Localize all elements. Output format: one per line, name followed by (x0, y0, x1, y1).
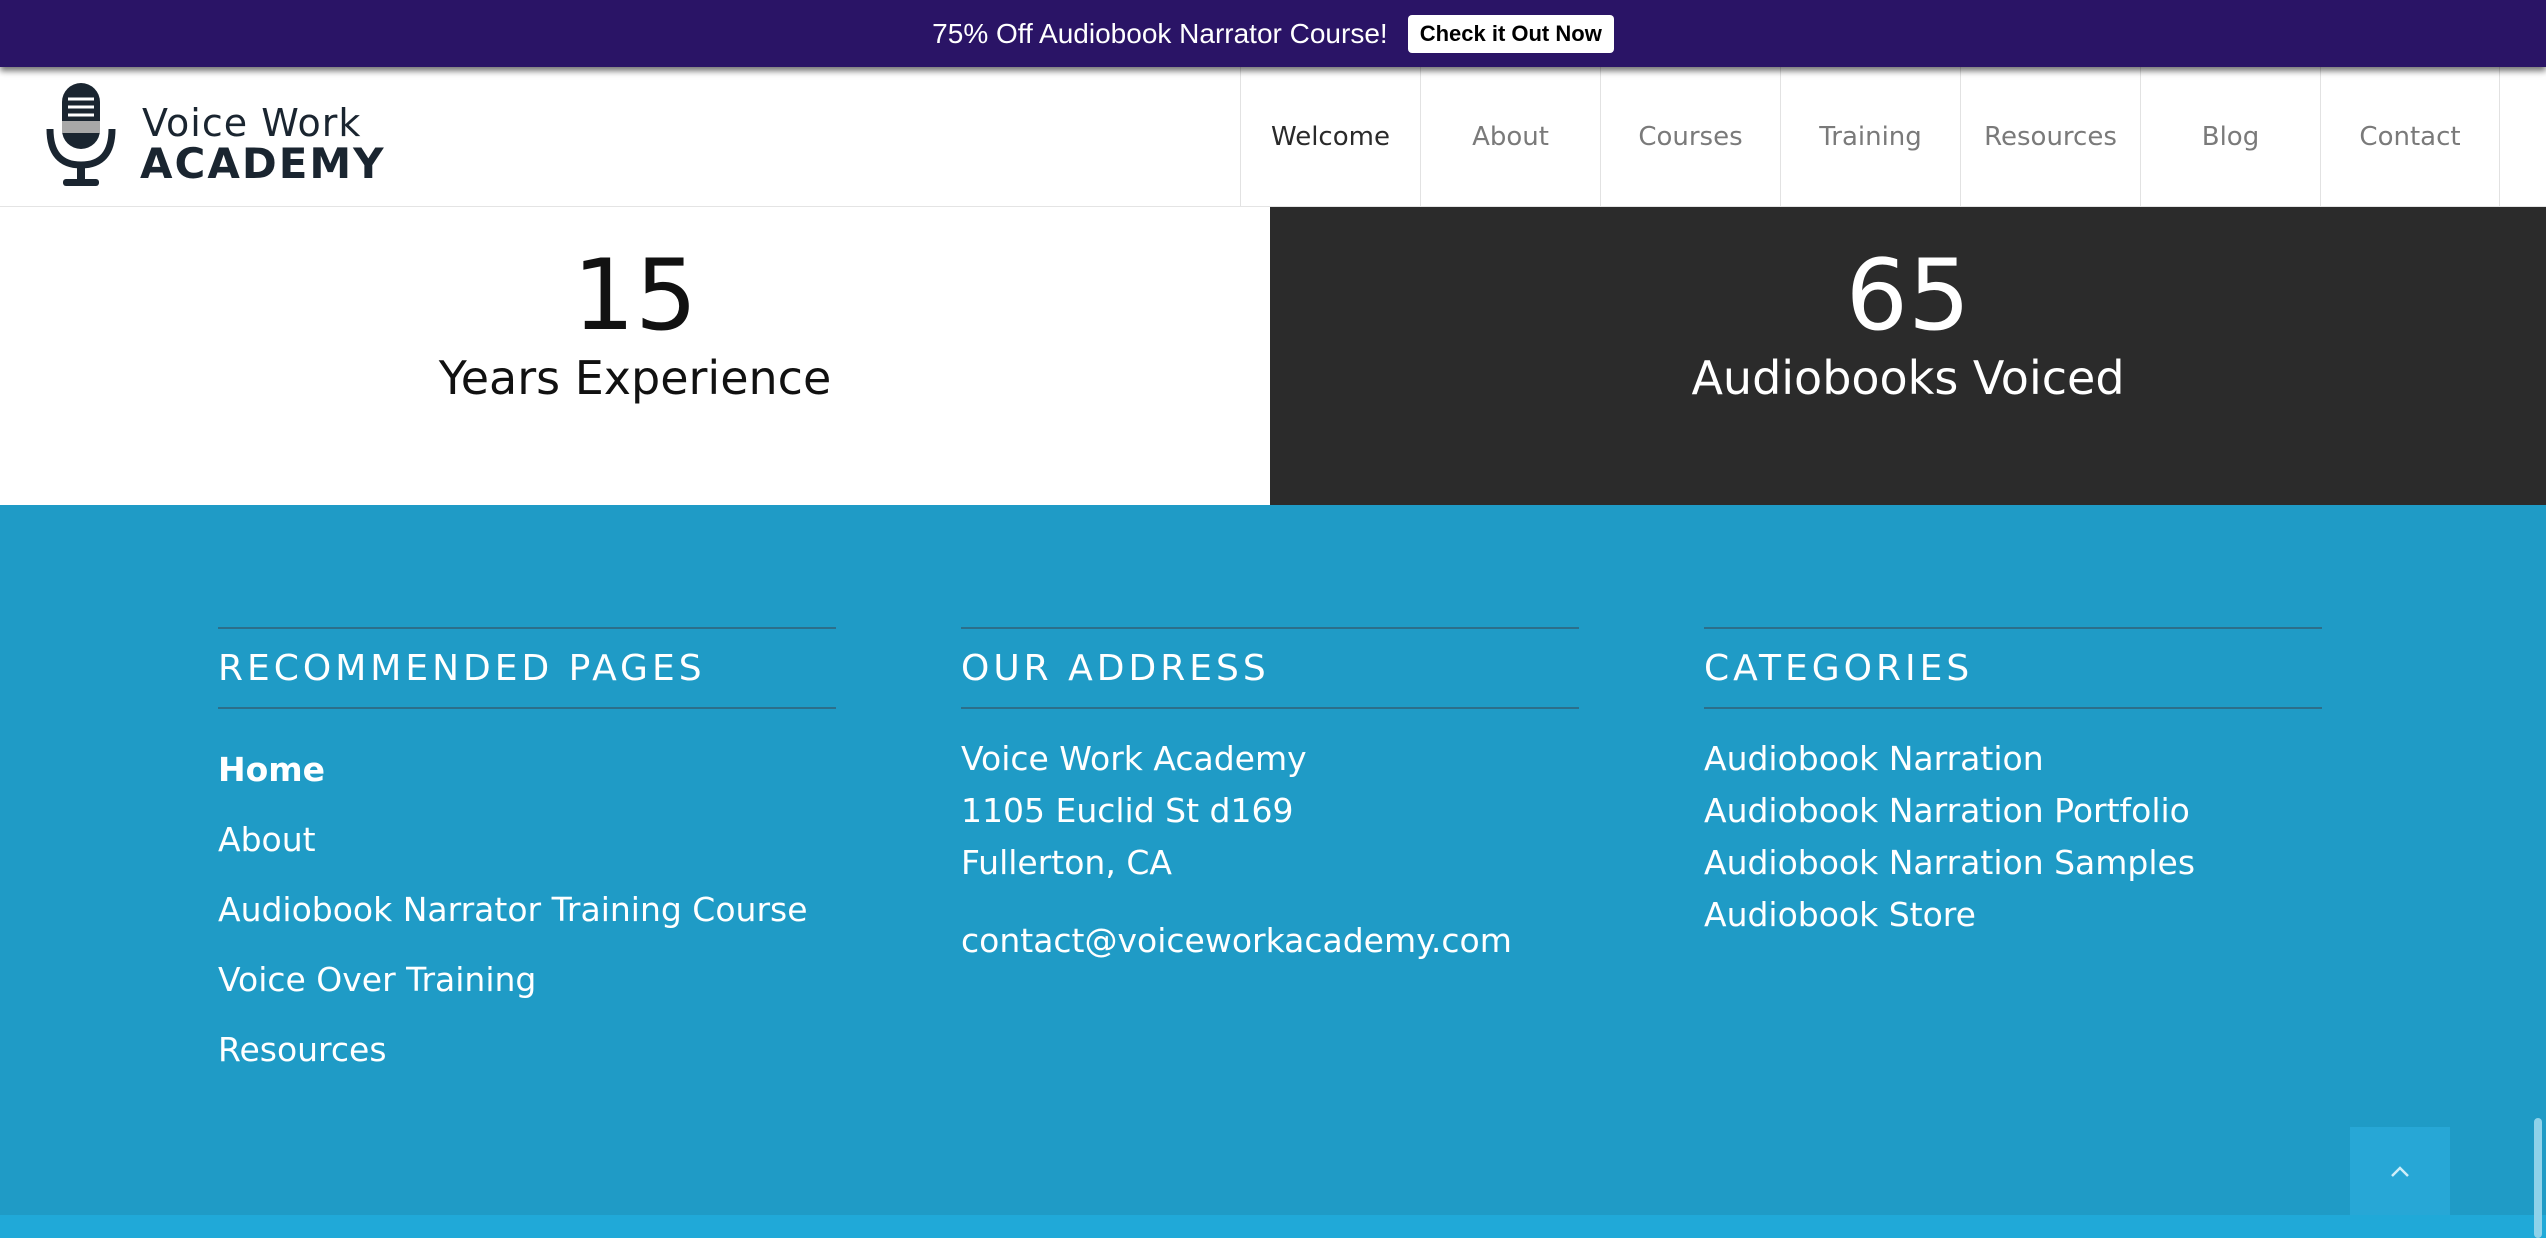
stats-section: 15 Years Experience 65 Audiobooks Voiced (0, 207, 2546, 505)
site-header: Voice Work ACADEMY Welcome About Courses… (0, 67, 2546, 207)
category-link[interactable]: Audiobook Narration Samples (1704, 837, 2322, 889)
footer-link-home[interactable]: Home (218, 735, 836, 805)
site-footer: RECOMMENDED PAGES Home About Audiobook N… (0, 505, 2546, 1215)
nav-item-welcome[interactable]: Welcome (1240, 67, 1420, 206)
nav-item-about[interactable]: About (1420, 67, 1600, 206)
footer-link-about[interactable]: About (218, 805, 836, 875)
recommended-links: Home About Audiobook Narrator Training C… (218, 735, 836, 1085)
promo-text: 75% Off Audiobook Narrator Course! (932, 17, 1388, 49)
site-logo[interactable]: Voice Work ACADEMY (46, 81, 384, 191)
category-links: Audiobook Narration Audiobook Narration … (1704, 733, 2322, 941)
main-nav: Welcome About Courses Training Resources… (1240, 67, 2500, 206)
footer-address: OUR ADDRESS Voice Work Academy 1105 Eucl… (961, 627, 1579, 967)
footer-link-voice-over-training[interactable]: Voice Over Training (218, 945, 836, 1015)
address-line: Voice Work Academy (961, 739, 1307, 778)
promo-banner: 75% Off Audiobook Narrator Course! Check… (0, 0, 2546, 67)
category-link[interactable]: Audiobook Narration (1704, 733, 2322, 785)
stat-audiobooks: 65 Audiobooks Voiced (1270, 207, 2546, 505)
address-line: 1105 Euclid St d169 (961, 791, 1294, 830)
address-line: Fullerton, CA (961, 843, 1172, 882)
category-link[interactable]: Audiobook Store (1704, 889, 2322, 941)
footer-recommended-pages: RECOMMENDED PAGES Home About Audiobook N… (218, 627, 836, 1085)
category-link[interactable]: Audiobook Narration Portfolio (1704, 785, 2322, 837)
nav-item-courses[interactable]: Courses (1600, 67, 1780, 206)
footer-link-resources[interactable]: Resources (218, 1015, 836, 1085)
footer-bottom-bar (0, 1215, 2546, 1238)
contact-email-link[interactable]: contact@voiceworkacademy.com (961, 915, 1579, 967)
footer-link-narrator-course[interactable]: Audiobook Narrator Training Course (218, 875, 836, 945)
nav-item-contact[interactable]: Contact (2320, 67, 2500, 206)
nav-item-blog[interactable]: Blog (2140, 67, 2320, 206)
stat-number: 65 (1845, 239, 1971, 353)
promo-cta-button[interactable]: Check it Out Now (1407, 14, 1614, 53)
footer-column-title: OUR ADDRESS (961, 627, 1579, 709)
nav-item-resources[interactable]: Resources (1960, 67, 2140, 206)
stat-number: 15 (572, 239, 698, 353)
nav-item-training[interactable]: Training (1780, 67, 1960, 206)
back-to-top-button[interactable] (2350, 1127, 2450, 1217)
stat-label: Audiobooks Voiced (1691, 351, 2125, 405)
stat-label: Years Experience (438, 351, 832, 405)
footer-categories: CATEGORIES Audiobook Narration Audiobook… (1704, 627, 2322, 941)
logo-text-academy: ACADEMY (140, 139, 386, 188)
address-block: Voice Work Academy 1105 Euclid St d169 F… (961, 733, 1579, 967)
stat-years: 15 Years Experience (0, 207, 1270, 505)
chevron-up-icon (2391, 1166, 2409, 1177)
microphone-icon (46, 83, 116, 186)
footer-column-title: CATEGORIES (1704, 627, 2322, 709)
footer-column-title: RECOMMENDED PAGES (218, 627, 836, 709)
scrollbar-thumb[interactable] (2534, 1118, 2542, 1238)
